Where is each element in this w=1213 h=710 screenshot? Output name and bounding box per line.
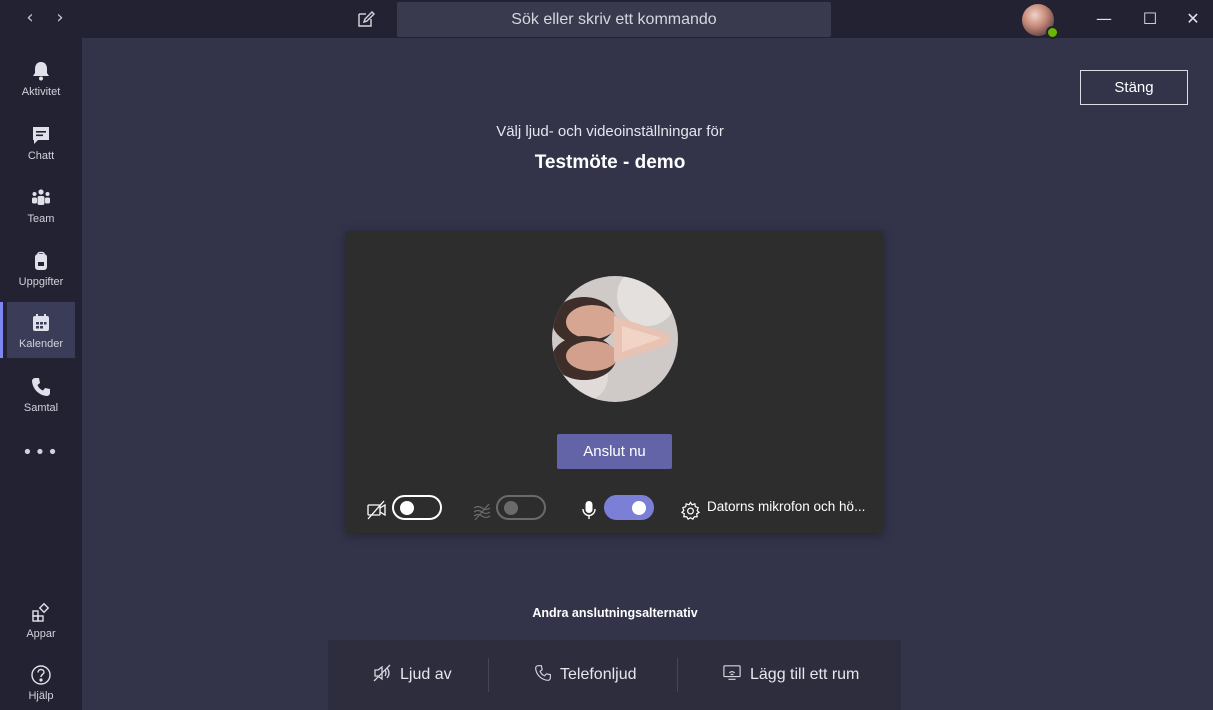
rail-item-assignments[interactable]: Uppgifter [7, 240, 75, 296]
rail-label: Uppgifter [18, 276, 64, 288]
join-now-button[interactable]: Anslut nu [557, 434, 672, 469]
bell-icon [33, 62, 49, 81]
rail-label: Hjälp [28, 690, 54, 702]
compose-icon[interactable] [355, 8, 379, 30]
backpack-icon [35, 251, 47, 270]
background-blur-toggle[interactable] [496, 495, 546, 520]
rail-item-calls[interactable]: Samtal [7, 366, 75, 422]
microphone-icon [582, 501, 596, 519]
rail-label: Kalender [18, 338, 64, 350]
presence-available-icon [1046, 26, 1059, 39]
audio-off-label: Ljud av [400, 666, 452, 683]
rail-label: Samtal [23, 402, 59, 414]
minimize-button[interactable]: — [1081, 0, 1127, 38]
rail-label: Team [27, 213, 55, 225]
divider [488, 658, 489, 692]
room-cast-icon [723, 664, 741, 680]
avatar [552, 276, 678, 402]
calendar-icon [33, 314, 49, 331]
rail-label: Aktivitet [21, 86, 61, 98]
rail-item-teams[interactable]: Team [7, 177, 75, 233]
search-input[interactable]: Sök eller skriv ett kommando [397, 2, 831, 37]
device-settings-button[interactable]: Datorns mikrofon och hö... [707, 499, 865, 514]
microphone-toggle[interactable] [604, 495, 654, 520]
gear-icon [680, 501, 701, 520]
chevron-left-icon[interactable]: ‹ [18, 7, 42, 31]
rail-item-chat[interactable]: Chatt [7, 114, 75, 170]
teams-icon [32, 189, 50, 205]
add-room-option[interactable]: Lägg till ett rum [722, 640, 859, 710]
video-toggle[interactable] [392, 495, 442, 520]
more-apps-button[interactable]: ••• [7, 442, 75, 470]
video-off-icon [367, 500, 386, 520]
chevron-right-icon[interactable]: › [48, 7, 72, 31]
title-bar: ‹ › Sök eller skriv ett kommando — ☐ ✕ [0, 0, 1213, 39]
meeting-title: Testmöte - demo [534, 152, 686, 173]
phone-icon [535, 664, 551, 681]
help-icon [31, 665, 51, 685]
phone-audio-option[interactable]: Telefonljud [534, 640, 637, 710]
chat-icon [33, 127, 49, 144]
speaker-off-icon [373, 664, 391, 682]
prejoin-preview: Anslut nu Datorns mikrofon och hö... [346, 231, 883, 533]
audio-off-option[interactable]: Ljud av [372, 640, 452, 710]
rail-item-activity[interactable]: Aktivitet [7, 50, 75, 106]
other-join-options-title: Andra anslutningsalternativ [532, 606, 698, 620]
rail-item-calendar[interactable]: Kalender [0, 302, 75, 358]
close-window-button[interactable]: ✕ [1173, 0, 1213, 38]
phone-audio-label: Telefonljud [560, 666, 637, 683]
app-bar: Aktivitet Chatt Team Uppgifter Kalender … [0, 38, 82, 710]
prejoin-subtitle: Välj ljud- och videoinställningar för [496, 123, 724, 140]
other-join-options: Ljud av Telefonljud Lägg till ett rum [328, 640, 901, 710]
close-button[interactable]: Stäng [1080, 70, 1188, 105]
background-blur-icon [473, 503, 491, 521]
apps-icon [32, 602, 50, 622]
maximize-button[interactable]: ☐ [1127, 0, 1173, 38]
divider [677, 658, 678, 692]
rail-label: Appar [26, 628, 56, 640]
rail-item-help[interactable]: Hjälp [7, 654, 75, 710]
rail-item-apps[interactable]: Appar [7, 592, 75, 648]
phone-icon [32, 378, 50, 396]
rail-label: Chatt [27, 150, 55, 162]
add-room-label: Lägg till ett rum [750, 666, 860, 683]
